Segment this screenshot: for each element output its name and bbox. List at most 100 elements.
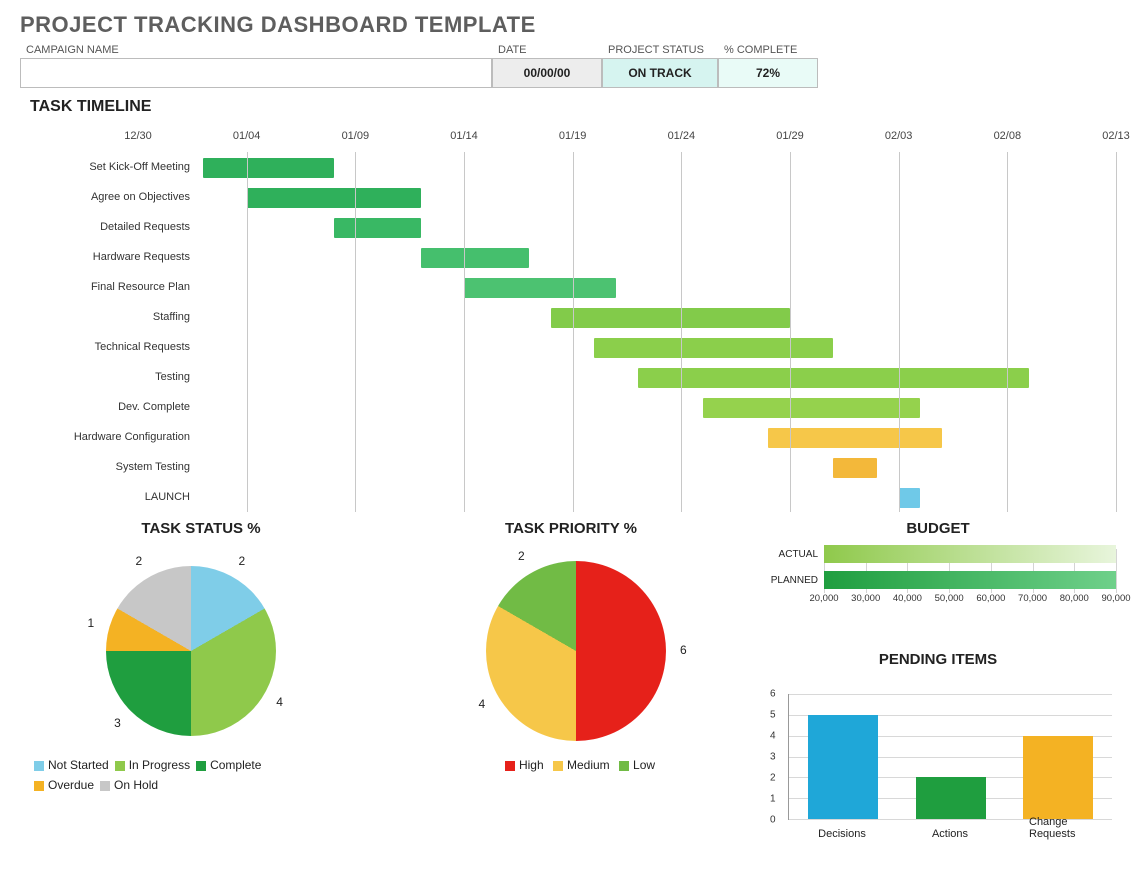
legend-label: Not Started [48, 758, 109, 772]
gantt-gridline [573, 152, 574, 512]
gantt-bar[interactable] [464, 278, 616, 298]
gantt-x-tick: 02/08 [994, 130, 1022, 142]
task-status-pie: 24312 [16, 541, 386, 751]
pct-complete-cell[interactable]: 72% [718, 58, 818, 88]
gantt-gridline [899, 152, 900, 512]
gantt-x-tick: 01/14 [450, 130, 478, 142]
task-priority-panel: TASK PRIORITY % 642 High Medium Low [386, 516, 756, 842]
gantt-x-tick: 02/03 [885, 130, 913, 142]
pie-chart[interactable] [106, 566, 276, 736]
pie-chart[interactable] [486, 561, 666, 741]
pie-slice-label: 1 [88, 616, 95, 630]
pending-bar[interactable] [1023, 736, 1093, 819]
budget-gridline [1116, 549, 1117, 593]
task-status-panel: TASK STATUS % 24312 Not StartedIn Progre… [16, 516, 386, 842]
budget-x-tick: 80,000 [1060, 593, 1089, 604]
pending-y-tick: 5 [770, 710, 776, 721]
pending-items-chart: 0123456DecisionsActionsChange Requests [760, 672, 1116, 842]
page-title: PROJECT TRACKING DASHBOARD TEMPLATE [20, 12, 1116, 38]
pending-title: PENDING ITEMS [760, 651, 1116, 668]
gantt-gridline [681, 152, 682, 512]
legend-swatch [34, 761, 44, 771]
budget-x-tick: 30,000 [851, 593, 880, 604]
legend-label: On Hold [114, 778, 158, 792]
pending-y-tick: 3 [770, 752, 776, 763]
budget-series-label: ACTUAL [760, 549, 824, 560]
gantt-x-tick: 01/09 [342, 130, 370, 142]
task-priority-legend: High Medium Low [386, 755, 756, 775]
gantt-bar[interactable] [833, 458, 876, 478]
legend-swatch [553, 761, 563, 771]
pending-x-label: Change Requests [1029, 816, 1087, 840]
task-priority-title: TASK PRIORITY % [386, 520, 756, 537]
pending-gridline [789, 694, 1112, 695]
label-campaign: CAMPAIGN NAME [20, 40, 492, 58]
gantt-task-label: Hardware Requests [16, 242, 198, 272]
gantt-x-tick: 12/30 [124, 130, 152, 142]
gantt-x-tick: 01/04 [233, 130, 261, 142]
gantt-task-label: Agree on Objectives [16, 182, 198, 212]
pie-slice-label: 4 [276, 695, 283, 709]
legend-swatch [505, 761, 515, 771]
gantt-x-tick: 01/24 [668, 130, 696, 142]
legend-label: Medium [567, 758, 610, 772]
gantt-task-label: Technical Requests [16, 332, 198, 362]
budget-title: BUDGET [760, 520, 1116, 537]
budget-series-label: PLANNED [760, 575, 824, 586]
budget-bar[interactable] [824, 571, 1116, 589]
gantt-bar[interactable] [551, 308, 790, 328]
legend-swatch [619, 761, 629, 771]
label-status: PROJECT STATUS [602, 40, 718, 58]
gantt-task-label: Hardware Configuration [16, 422, 198, 452]
legend-label: Complete [210, 758, 261, 772]
budget-x-tick: 20,000 [809, 593, 838, 604]
pending-y-tick: 1 [770, 794, 776, 805]
legend-label: High [519, 758, 544, 772]
pie-slice-label: 2 [136, 554, 143, 568]
gantt-task-label: Set Kick-Off Meeting [16, 152, 198, 182]
pending-bar[interactable] [916, 777, 986, 819]
legend-swatch [196, 761, 206, 771]
gantt-bar[interactable] [334, 218, 421, 238]
gantt-bar[interactable] [203, 158, 333, 178]
budget-bar[interactable] [824, 545, 1116, 563]
gantt-gridline [1007, 152, 1008, 512]
pie-slice-label: 3 [114, 716, 121, 730]
pending-y-tick: 2 [770, 773, 776, 784]
gantt-bar[interactable] [899, 488, 921, 508]
pie-slice-label: 4 [478, 697, 485, 711]
gantt-bar[interactable] [421, 248, 530, 268]
pie-slice-label: 6 [680, 643, 687, 657]
gantt-bar[interactable] [703, 398, 920, 418]
gantt-x-tick: 01/29 [776, 130, 804, 142]
gantt-bar[interactable] [768, 428, 942, 448]
gantt-bar[interactable] [594, 338, 833, 358]
pending-y-tick: 4 [770, 731, 776, 742]
gantt-bar[interactable] [247, 188, 421, 208]
pending-x-label: Decisions [818, 828, 866, 840]
campaign-name-input[interactable] [20, 58, 492, 88]
pending-x-label: Actions [932, 828, 968, 840]
gantt-gridline [247, 152, 248, 512]
budget-chart: ACTUALPLANNED20,00030,00040,00050,00060,… [760, 543, 1116, 633]
budget-x-tick: 90,000 [1101, 593, 1130, 604]
gantt-task-label: System Testing [16, 452, 198, 482]
legend-label: Overdue [48, 778, 94, 792]
pending-bar[interactable] [808, 715, 878, 819]
gantt-task-label: Detailed Requests [16, 212, 198, 242]
task-status-title: TASK STATUS % [16, 520, 386, 537]
legend-swatch [115, 761, 125, 771]
gantt-gridline [355, 152, 356, 512]
legend-swatch [100, 781, 110, 791]
gantt-bar[interactable] [638, 368, 1029, 388]
label-date: DATE [492, 40, 602, 58]
status-cell[interactable]: ON TRACK [602, 58, 718, 88]
pending-y-tick: 0 [770, 815, 776, 826]
header-labels-row: CAMPAIGN NAME DATE PROJECT STATUS % COMP… [20, 40, 1116, 58]
gantt-task-label: Testing [16, 362, 198, 392]
budget-x-tick: 60,000 [976, 593, 1005, 604]
date-cell[interactable]: 00/00/00 [492, 58, 602, 88]
legend-swatch [34, 781, 44, 791]
gantt-gridline [464, 152, 465, 512]
label-pct: % COMPLETE [718, 40, 818, 58]
